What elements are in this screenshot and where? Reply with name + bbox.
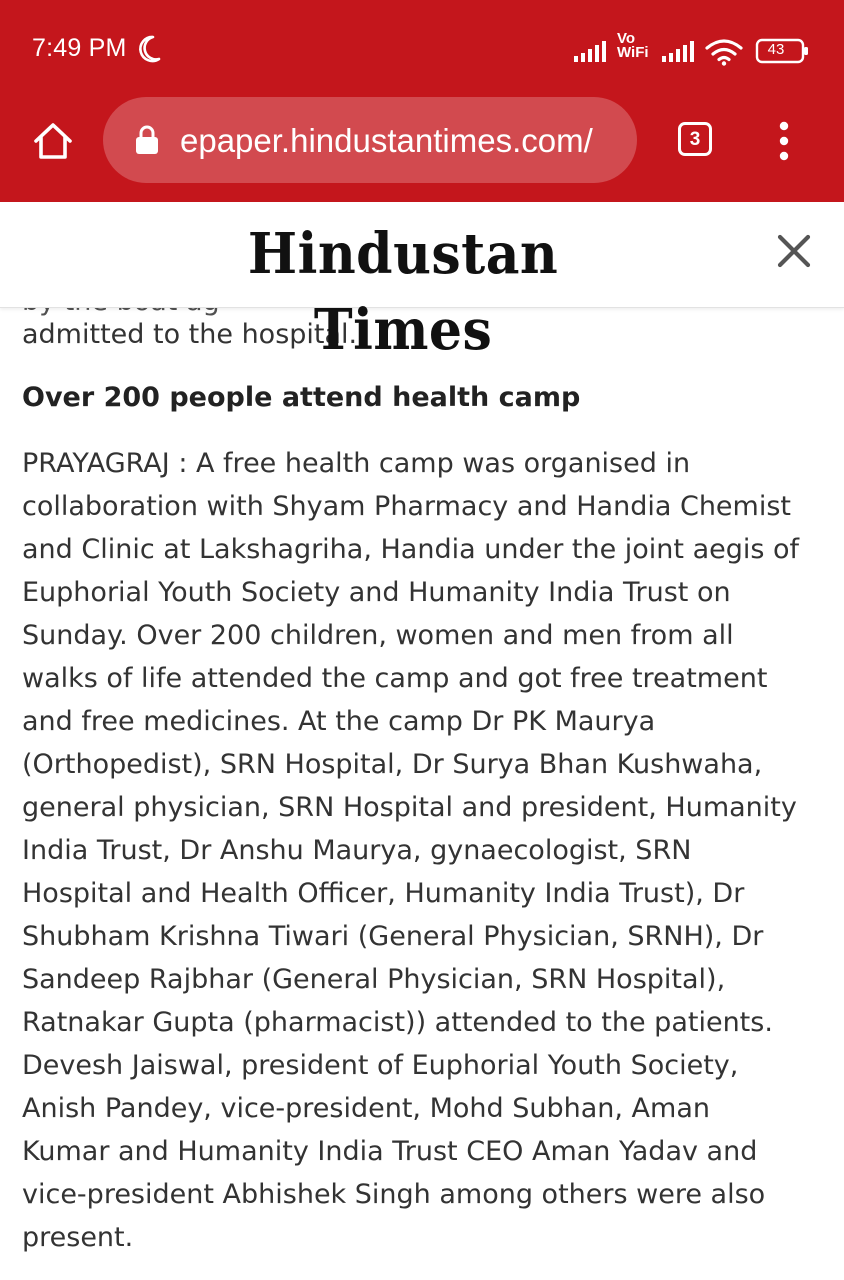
article-headline: Over 200 people attend health camp [22,382,581,413]
battery-level: 43 [767,41,785,58]
body-line: vice-president Abhishek Singh among othe… [22,1179,766,1210]
url-text[interactable]: epaper.hindustantimes.com/ [180,120,620,162]
signal-icon [574,41,606,62]
close-icon[interactable] [776,233,812,269]
body-line: Shubham Krishna Tiwari (General Physicia… [22,921,764,952]
body-line: general physician, SRN Hospital and pres… [22,792,797,823]
body-line: (Orthopedist), SRN Hospital, Dr Surya Bh… [22,749,763,780]
body-line: Kumar and Humanity India Trust CEO Aman … [22,1136,758,1167]
moon-icon [139,35,161,63]
body-line: PRAYAGRAJ : A free health camp was organ… [22,448,691,479]
home-button[interactable] [30,118,76,164]
body-line: Devesh Jaiswal, president of Euphorial Y… [22,1050,739,1081]
body-line: Sunday. Over 200 children, women and men… [22,620,734,651]
article: by the boat ag admitted to the hospital.… [22,308,832,1268]
body-line: Sandeep Rajbhar (General Physician, SRN … [22,964,726,995]
lock-icon [136,125,158,154]
body-line: collaboration with Shyam Pharmacy and Ha… [22,491,791,522]
tabs-button[interactable]: 3 [678,122,712,156]
more-vert-icon[interactable] [770,120,798,162]
body-line: present. [22,1222,134,1253]
body-line: Hospital and Health Officer, Humanity In… [22,878,745,909]
status-time: 7:49 PM [32,34,127,62]
body-line: walks of life attended the camp and got … [22,663,768,694]
body-line: and Clinic at Lakshagriha, Handia under … [22,534,800,565]
wifi-icon [705,39,743,66]
hindustan-times-logo: Hindustan Times [247,221,559,363]
vowifi-label: Vo WiFi [617,31,649,61]
article-body: PRAYAGRAJ : A free health camp was organ… [22,442,832,1259]
vowifi-label-line2: WiFi [617,44,649,61]
body-line: Ratnakar Gupta (pharmacist)) attended to… [22,1007,773,1038]
signal-icon [662,41,694,62]
body-line: Anish Pandey, vice-president, Mohd Subha… [22,1093,710,1124]
body-line: Euphorial Youth Society and Humanity Ind… [22,577,731,608]
body-line: and free medicines. At the camp Dr PK Ma… [22,706,656,737]
body-line: India Trust, Dr Anshu Maurya, gynaecolog… [22,835,692,866]
